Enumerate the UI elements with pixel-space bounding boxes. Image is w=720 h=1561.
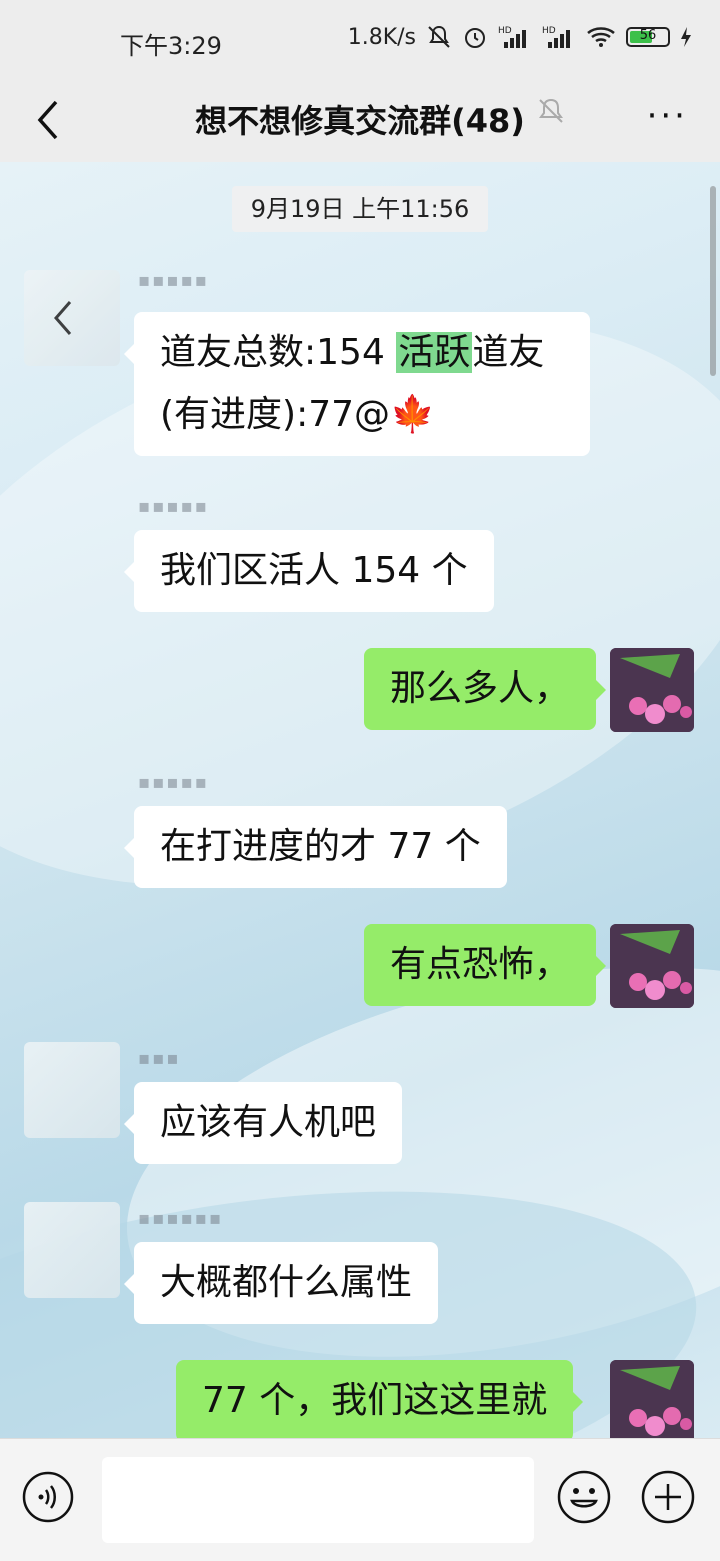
member-avatar[interactable] bbox=[24, 1202, 120, 1298]
own-avatar[interactable] bbox=[610, 924, 694, 1008]
own-avatar[interactable] bbox=[610, 1360, 694, 1438]
chat-header: 想不想修真交流群(48) ··· bbox=[0, 80, 720, 163]
message-bubble-own[interactable]: 那么多人， bbox=[364, 648, 607, 730]
flower-avatar-icon bbox=[610, 1360, 694, 1438]
charging-icon bbox=[681, 27, 691, 47]
sender-name-blurred: ▪▪▪ bbox=[138, 1048, 181, 1069]
hd-signal-icon: HD bbox=[498, 26, 526, 48]
emoji-icon[interactable] bbox=[556, 1469, 612, 1525]
status-bar: 下午3:29 1.8K/s HD HD 56 bbox=[0, 0, 720, 80]
bell-off-icon bbox=[539, 98, 563, 123]
svg-text:HD: HD bbox=[542, 26, 556, 36]
hd-signal-icon: HD bbox=[542, 26, 570, 48]
alarm-icon bbox=[465, 28, 485, 48]
mute-icon bbox=[428, 25, 450, 48]
flower-avatar-icon bbox=[610, 648, 694, 732]
message-bubble[interactable]: 道友总数:154 活跃道友 (有进度):77@🍁 bbox=[124, 312, 590, 456]
chat-area[interactable]: 9月19日 上午11:56 ▪▪▪▪▪ 道友总数:154 活跃道友 (有进度):… bbox=[0, 162, 720, 1438]
status-icons: 1.8K/s HD HD 56 bbox=[348, 24, 692, 50]
sender-name-blurred: ▪▪▪▪▪ bbox=[138, 772, 209, 793]
svg-text:HD: HD bbox=[498, 26, 512, 36]
more-dots-icon[interactable]: ··· bbox=[647, 96, 688, 136]
sender-name-blurred: ▪▪▪▪▪▪ bbox=[138, 1208, 224, 1229]
battery-level: 56 bbox=[639, 28, 657, 43]
message-input[interactable] bbox=[102, 1457, 534, 1543]
sender-name-blurred: ▪▪▪▪▪ bbox=[138, 270, 209, 291]
input-bar bbox=[0, 1438, 720, 1561]
message-bubble-own[interactable]: 有点恐怖， bbox=[364, 924, 607, 1006]
status-time: 下午3:29 bbox=[120, 32, 222, 60]
message-bubble[interactable]: 在打进度的才 77 个 bbox=[124, 806, 507, 888]
timestamp-chip: 9月19日 上午11:56 bbox=[232, 186, 488, 232]
voice-icon[interactable] bbox=[22, 1471, 74, 1523]
own-avatar[interactable] bbox=[610, 648, 694, 732]
message-bubble[interactable]: 应该有人机吧 bbox=[123, 1082, 403, 1164]
sender-name-blurred: ▪▪▪▪▪ bbox=[138, 496, 209, 517]
chevron-left-icon bbox=[54, 301, 72, 335]
message-bubble[interactable]: 我们区活人 154 个 bbox=[124, 530, 494, 612]
member-avatar[interactable] bbox=[24, 270, 120, 366]
network-speed: 1.8K/s bbox=[347, 24, 416, 50]
plus-icon[interactable] bbox=[640, 1469, 696, 1525]
wifi-icon bbox=[587, 27, 615, 47]
battery-icon: 56 bbox=[626, 27, 670, 47]
search-highlight: 活跃 bbox=[396, 332, 473, 373]
member-avatar[interactable] bbox=[24, 1042, 120, 1138]
flower-avatar-icon bbox=[610, 924, 694, 1008]
message-bubble[interactable]: 大概都什么属性 bbox=[123, 1242, 439, 1324]
message-bubble-own[interactable]: 77 个，我们这这里就 bbox=[176, 1360, 584, 1438]
chat-title: 想不想修真交流群(48) bbox=[195, 102, 525, 140]
scrollbar[interactable] bbox=[710, 186, 716, 376]
